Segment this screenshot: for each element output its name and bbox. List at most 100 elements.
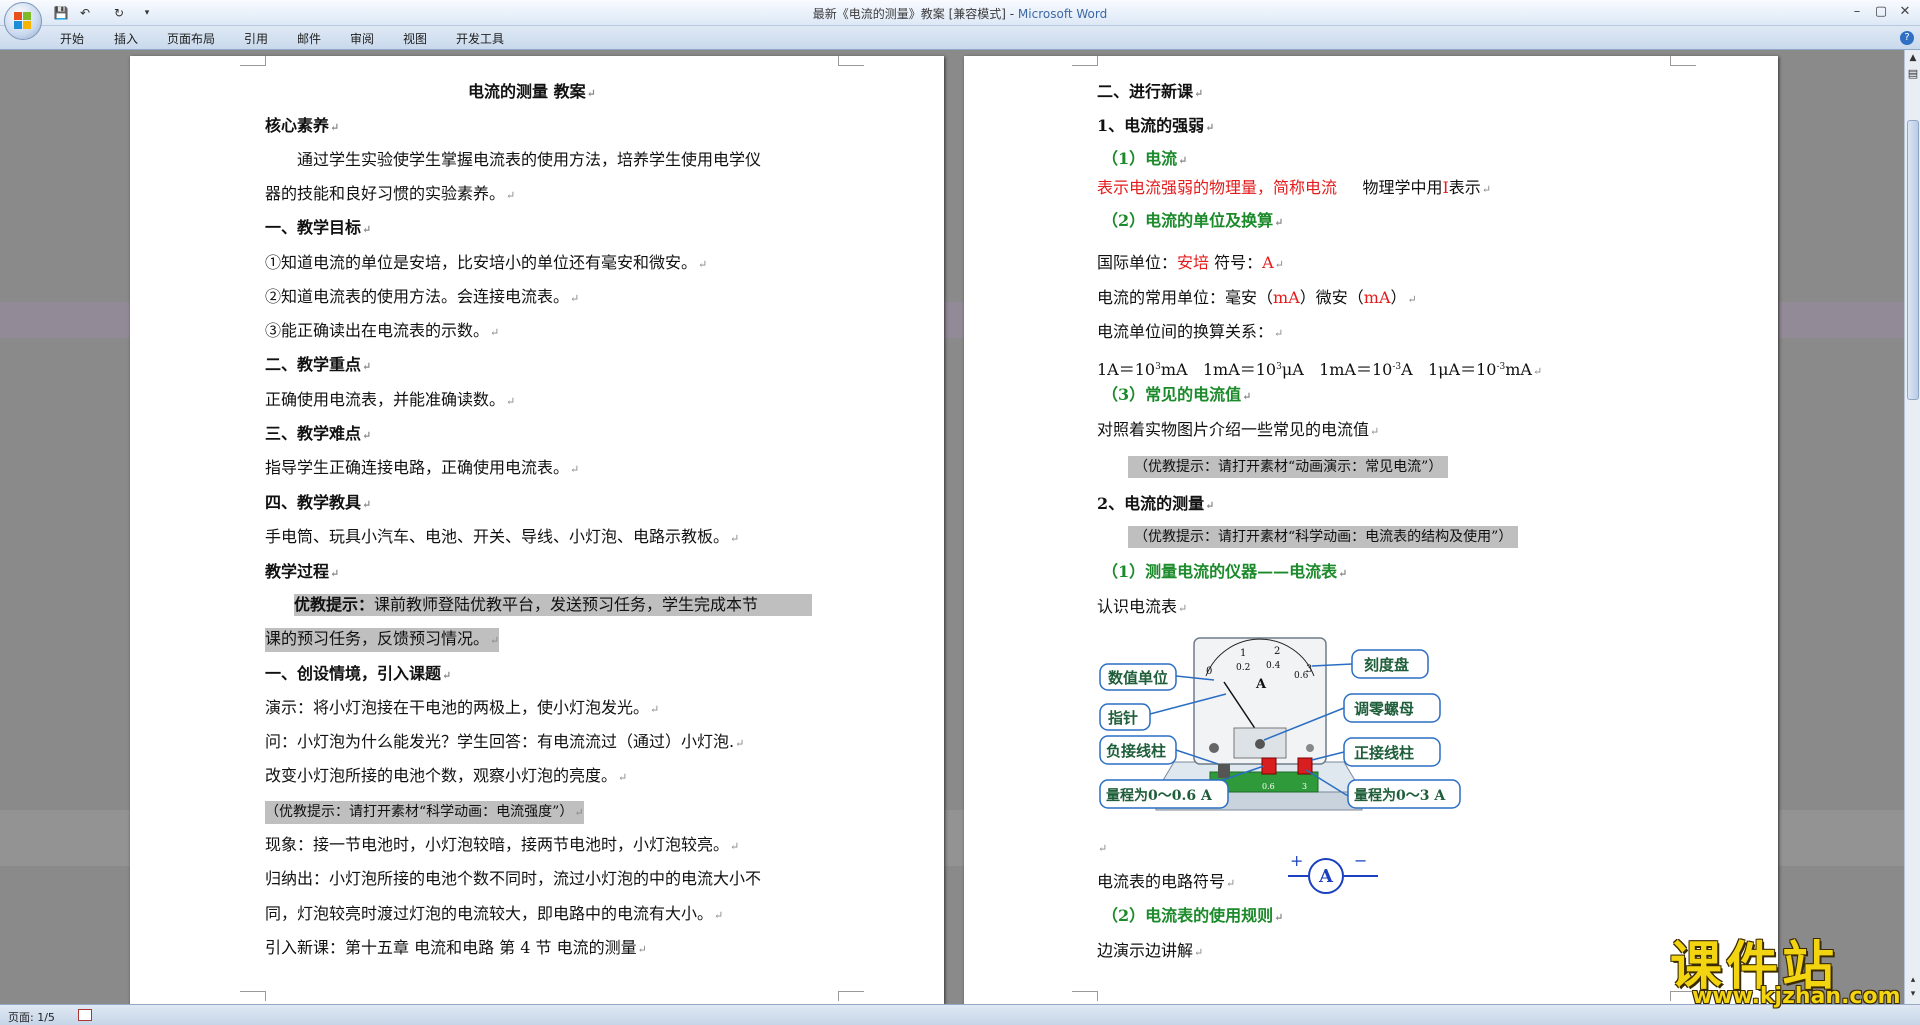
scale-label: 2 <box>1274 646 1280 657</box>
symbol-letter: A <box>1318 866 1334 887</box>
tab-home[interactable]: 开始 <box>60 30 84 47</box>
scale-label: 0.4 <box>1266 661 1281 671</box>
terminal-label: 0.6 <box>1262 782 1275 791</box>
svg-text:刻度盘: 刻度盘 <box>1364 656 1409 674</box>
crop-mark <box>838 991 864 1001</box>
heading-key: 二、教学重点↵ <box>265 355 372 374</box>
doc-title: 电流的测量 教案↵ <box>468 82 596 101</box>
label-unit: 数值单位 <box>1099 663 1177 691</box>
paragraph: 指导学生正确连接电路，正确使用电流表。↵ <box>265 458 580 477</box>
status-bar: 页面: 1/5 <box>0 1004 1920 1025</box>
minimize-icon[interactable]: – <box>1846 3 1868 21</box>
close-icon[interactable]: ✕ <box>1894 3 1916 21</box>
tip-highlight: （优教提示：请打开素材“科学动画：电流表的结构及使用”） <box>1128 526 1519 548</box>
negative-terminal <box>1218 764 1230 778</box>
face-unit: A <box>1255 677 1267 692</box>
symbol-plus: + <box>1290 852 1303 870</box>
paragraph: 同，灯泡较亮时渡过灯泡的电流较大，即电路中的电流有大小。↵ <box>265 904 724 923</box>
svg-text:指针: 指针 <box>1108 709 1138 727</box>
scale-label: 0.2 <box>1236 663 1250 673</box>
svg-text:正接线柱: 正接线柱 <box>1354 744 1414 762</box>
tab-developer[interactable]: 开发工具 <box>456 30 504 47</box>
scroll-up-icon[interactable]: ▲ <box>1907 52 1919 64</box>
label-range-large: 量程为0～3 A <box>1347 779 1461 809</box>
subheading: （2）电流表的使用规则↵ <box>1102 906 1284 925</box>
crop-mark <box>838 56 864 66</box>
window-title: 最新《电流的测量》教案 [兼容模式] - Microsoft Word <box>0 5 1920 22</box>
tab-review[interactable]: 审阅 <box>350 30 374 47</box>
page-indicator[interactable]: 页面: 1/5 <box>8 1009 55 1025</box>
heading-core: 核心素养↵ <box>265 116 340 135</box>
crop-mark <box>240 56 266 66</box>
watermark: 课件站 www.kjzhan.com <box>1662 924 1902 1009</box>
terminal-0-6 <box>1261 757 1277 775</box>
paragraph: 电流单位间的换算关系：↵ <box>1097 322 1284 341</box>
tab-mailings[interactable]: 邮件 <box>297 30 321 47</box>
label-pointer: 指针 <box>1099 703 1151 731</box>
paragraph: 演示：将小灯泡接在干电池的两极上，使小灯泡发光。↵ <box>265 698 660 717</box>
tip-highlight: （优教提示：请打开素材“科学动画：电流强度”）↵ <box>265 801 584 824</box>
heading-section-1: 一、创设情境，引入课题↵ <box>265 664 452 683</box>
scroll-thumb[interactable] <box>1907 120 1919 400</box>
paragraph: 电流表的电路符号↵ <box>1097 872 1236 891</box>
subheading: （2）电流的单位及换算↵ <box>1102 211 1284 230</box>
tip-highlight: （优教提示：请打开素材“动画演示：常见电流”） <box>1128 456 1449 478</box>
vertical-scrollbar[interactable]: ▲ ▤ ▴ ▾ <box>1904 50 1920 1004</box>
svg-text:量程为0～0.6 A: 量程为0～0.6 A <box>1106 787 1213 804</box>
document-workspace: 电流的测量 教案↵ 核心素养↵ 通过学生实验使学生掌握电流表的使用方法，培养学生… <box>0 50 1904 1004</box>
paragraph: 对照着实物图片介绍一些常见的电流值↵ <box>1097 420 1380 439</box>
terminal-label: 3 <box>1302 782 1307 791</box>
paragraph: 改变小灯泡所接的电池个数，观察小灯泡的亮度。↵ <box>265 766 628 785</box>
crop-mark <box>1670 56 1696 66</box>
proofing-icon[interactable] <box>78 1009 92 1021</box>
ribbon-tabs: 开始 插入 页面布局 引用 邮件 审阅 视图 开发工具 ? <box>0 26 1920 50</box>
office-button[interactable] <box>4 2 42 40</box>
ammeter-symbol: A + − <box>1288 852 1378 894</box>
office-logo-icon <box>14 12 32 30</box>
paragraph: ①知道电流的单位是安培，比安培小的单位还有毫安和微安。↵ <box>265 253 708 272</box>
page-1[interactable]: 电流的测量 教案↵ 核心素养↵ 通过学生实验使学生掌握电流表的使用方法，培养学生… <box>130 56 944 1004</box>
page-2[interactable]: 二、进行新课↵ 1、电流的强弱↵ （1）电流↵ 表示电流强弱的物理量，简称电流 … <box>964 56 1778 1004</box>
zero-adjust-screw-icon <box>1255 739 1265 749</box>
heading-section-2: 二、进行新课↵ <box>1097 82 1204 101</box>
help-icon[interactable]: ? <box>1900 31 1914 45</box>
crop-mark <box>1072 991 1098 1001</box>
svg-text:量程为0～3 A: 量程为0～3 A <box>1354 787 1446 804</box>
next-page-icon[interactable]: ▾ <box>1907 988 1919 1000</box>
ruler-toggle-icon[interactable]: ▤ <box>1907 68 1919 80</box>
label-positive-terminal: 正接线柱 <box>1343 737 1441 767</box>
tip-highlight: 课的预习任务，反馈预习情况。↵ <box>265 628 500 652</box>
paragraph: 边演示边讲解↵ <box>1097 941 1204 960</box>
tab-references[interactable]: 引用 <box>244 30 268 47</box>
screw-icon <box>1306 744 1314 752</box>
crop-mark <box>240 991 266 1001</box>
scale-label: 1 <box>1240 648 1246 659</box>
tab-view[interactable]: 视图 <box>403 30 427 47</box>
title-bar: 💾 ↶ ↻ ▾ 最新《电流的测量》教案 [兼容模式] - Microsoft W… <box>0 0 1920 40</box>
label-dial: 刻度盘 <box>1351 649 1429 679</box>
conversion-line: 1A＝103mA 1mA＝103μA 1mA＝10-3A 1μA＝10-3mA↵ <box>1097 360 1543 379</box>
heading-process: 教学过程↵ <box>265 562 340 581</box>
paragraph: 电流的常用单位：毫安（mA）微安（mA）↵ <box>1097 288 1417 307</box>
previous-page-icon[interactable]: ▴ <box>1907 974 1919 986</box>
crop-mark <box>1072 56 1098 66</box>
subheading: （1）测量电流的仪器——电流表↵ <box>1102 562 1348 581</box>
document-title: 最新《电流的测量》教案 [兼容模式] - <box>812 7 1018 21</box>
tab-page-layout[interactable]: 页面布局 <box>167 30 215 47</box>
paragraph: 问：小灯泡为什么能发光？学生回答：有电流流过（通过）小灯泡.↵ <box>265 732 745 751</box>
tip-highlight: 优教提示：课前教师登陆优教平台，发送预习任务，学生完成本节 <box>294 594 812 616</box>
label-range-small: 量程为0～0.6 A <box>1099 779 1229 809</box>
ammeter-figure: A 0 1 2 3 0.2 0.4 0.6 0.6 3 数值单位 指针 负接线柱… <box>1099 637 1461 811</box>
heading-measure: 2、电流的测量↵ <box>1097 494 1215 513</box>
heading-difficulty: 三、教学难点↵ <box>265 424 372 443</box>
heading-tools: 四、教学教具↵ <box>265 493 372 512</box>
restore-icon[interactable]: ▢ <box>1870 3 1892 21</box>
symbol-minus: − <box>1354 852 1367 870</box>
paragraph: 现象：接一节电池时，小灯泡较暗，接两节电池时，小灯泡较亮。↵ <box>265 835 740 854</box>
svg-text:数值单位: 数值单位 <box>1108 669 1168 687</box>
tab-insert[interactable]: 插入 <box>114 30 138 47</box>
screw-icon <box>1209 743 1219 753</box>
svg-text:负接线柱: 负接线柱 <box>1106 742 1166 760</box>
paragraph: 通过学生实验使学生掌握电流表的使用方法，培养学生使用电学仪 <box>297 150 762 169</box>
label-zero-adjust: 调零螺母 <box>1343 693 1441 723</box>
